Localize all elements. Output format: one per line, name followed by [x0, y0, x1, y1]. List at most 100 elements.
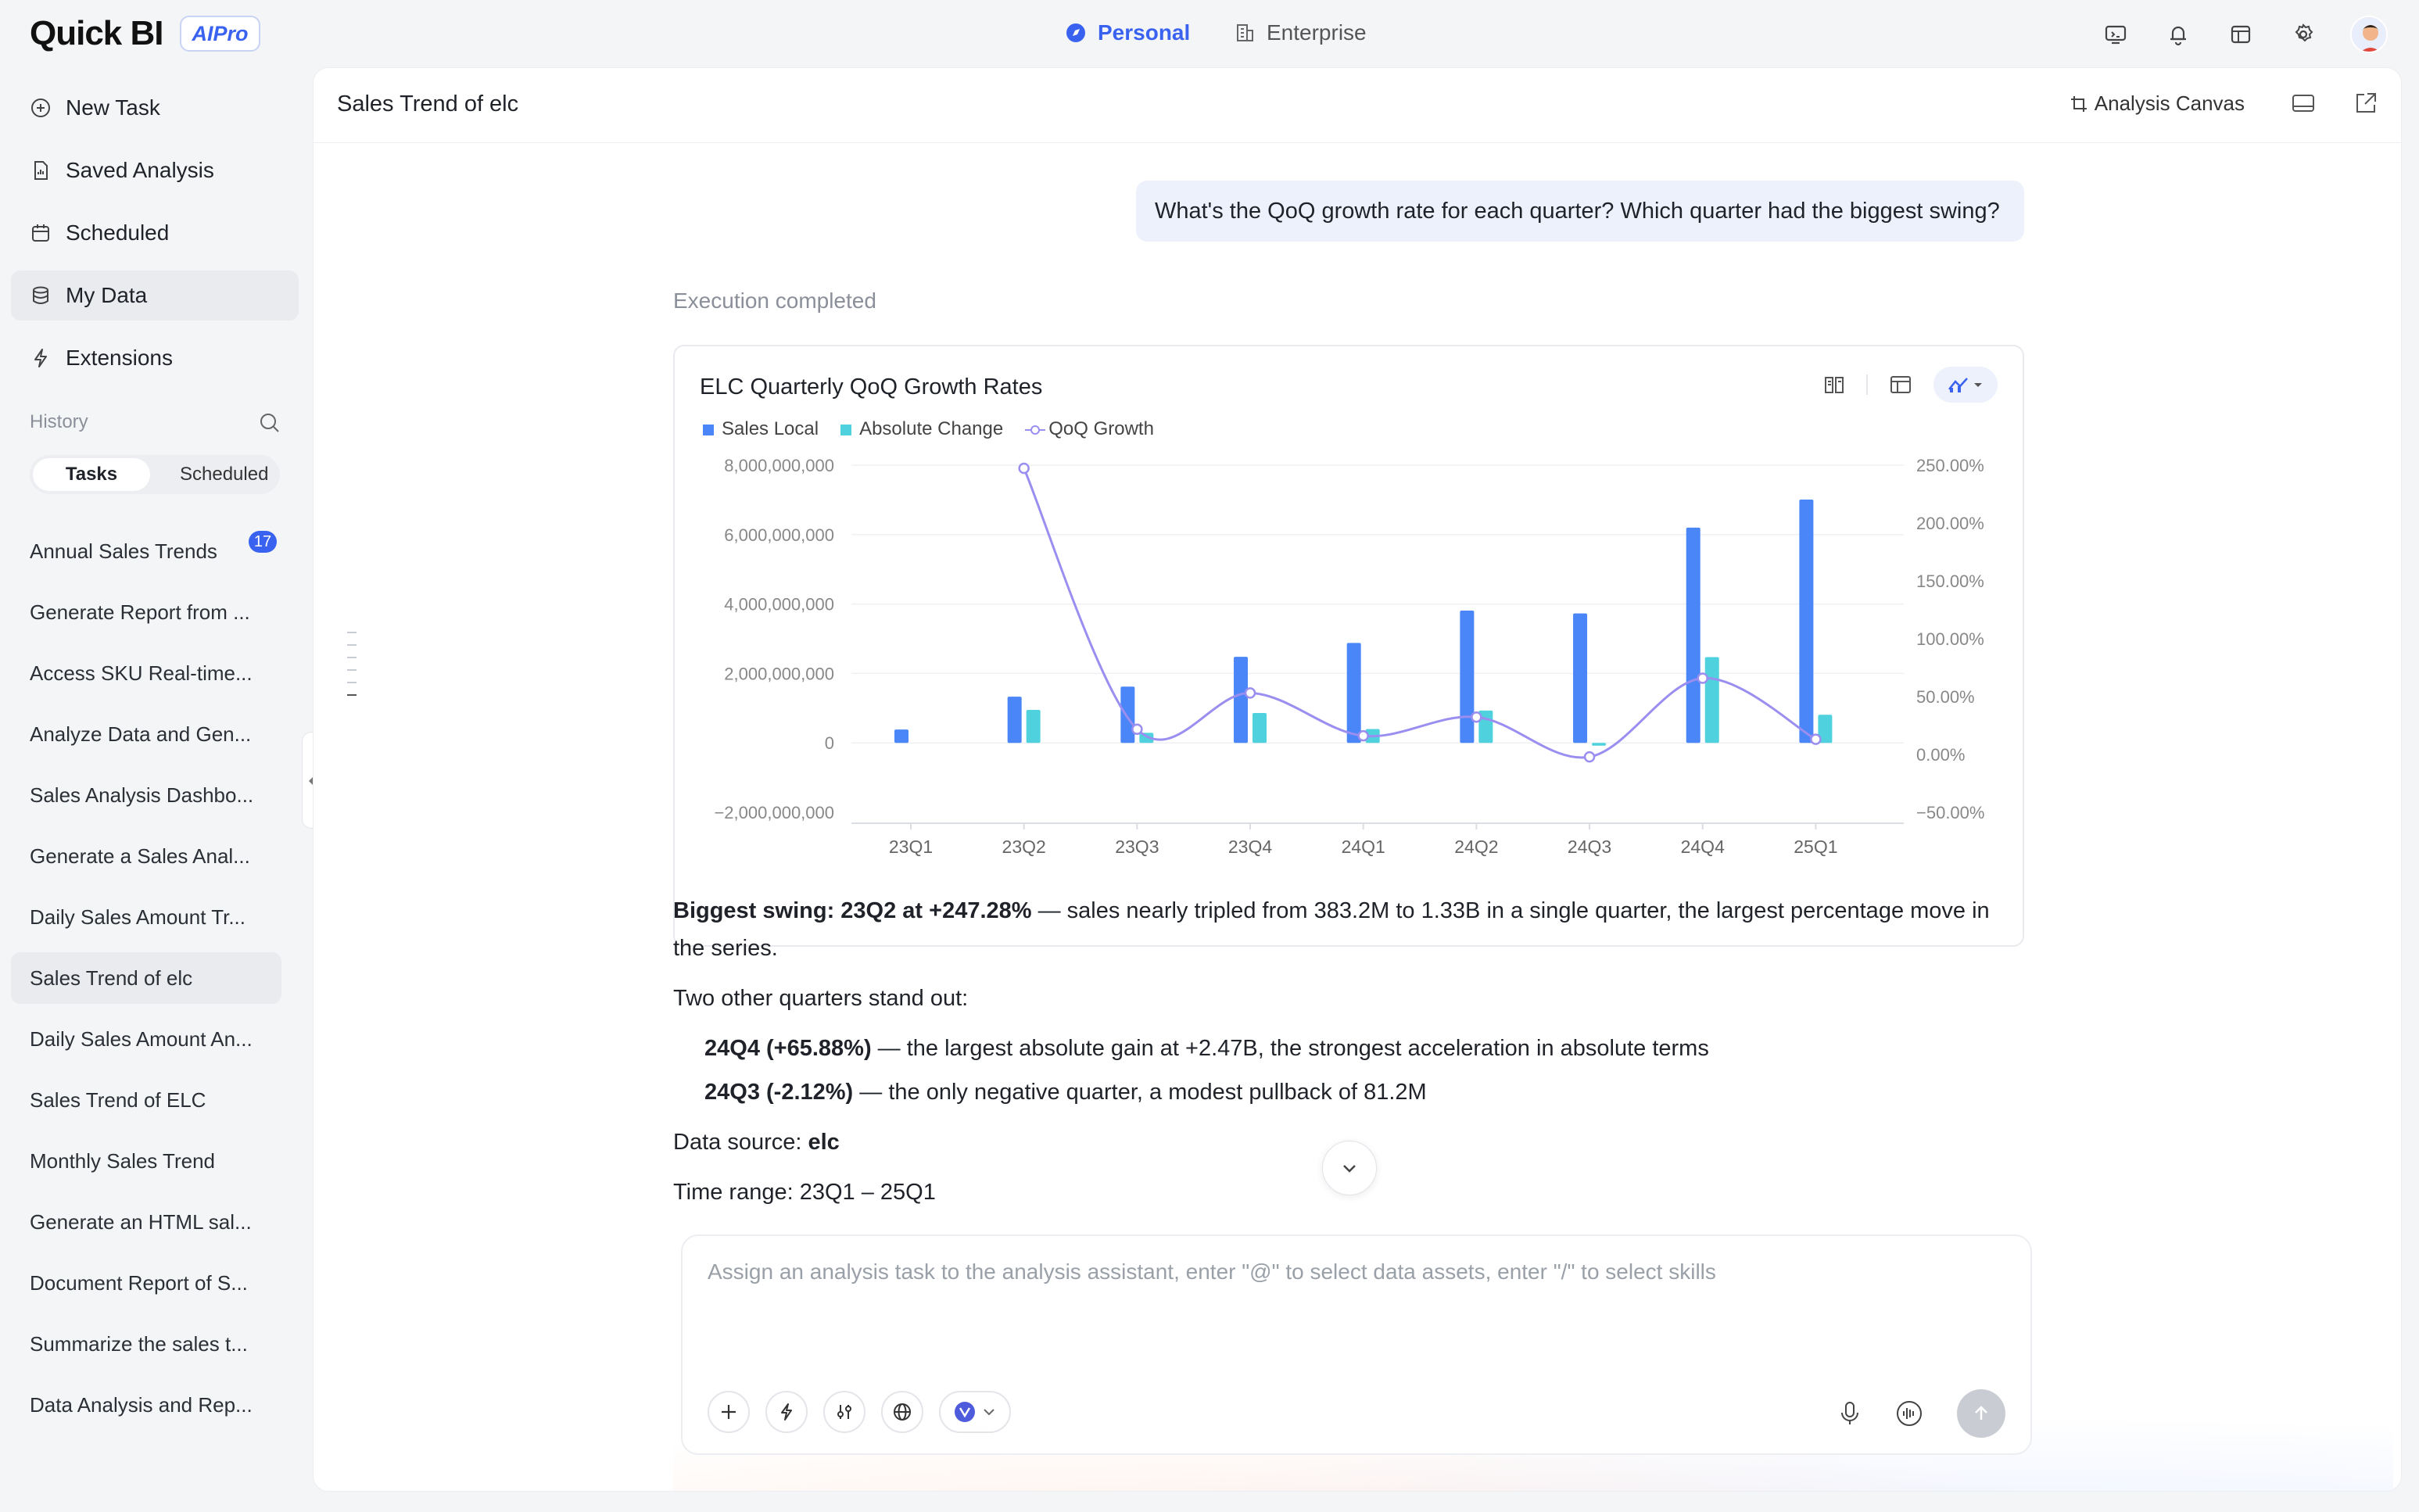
- y-left-tick-label: 8,000,000,000: [724, 456, 834, 475]
- x-tick-label: 24Q4: [1681, 837, 1725, 857]
- history-item[interactable]: Sales Analysis Dashbo...: [11, 769, 281, 821]
- voice-mode-button[interactable]: [1888, 1392, 1930, 1435]
- execution-status: Execution completed: [673, 288, 876, 313]
- web-search-button[interactable]: [881, 1391, 923, 1433]
- database-icon: [33, 286, 48, 304]
- analysis-canvas-button[interactable]: Analysis Canvas: [2070, 91, 2245, 116]
- bar-absolute-change: [1026, 710, 1041, 743]
- bar-sales-local: [894, 729, 908, 743]
- history-segment-control: Tasks Scheduled: [30, 455, 280, 494]
- answer-highlight: Biggest swing: 23Q2 at +247.28%: [673, 898, 1032, 923]
- bar-sales-local: [1346, 643, 1361, 743]
- tab-personal[interactable]: Personal: [1065, 17, 1190, 48]
- sidebar-item-scheduled[interactable]: Scheduled: [11, 208, 299, 258]
- document-icon: [34, 161, 48, 180]
- sidebar-item-label: Extensions: [66, 346, 173, 370]
- lightning-icon: [34, 349, 47, 367]
- answer-paragraph-1-cont: the series.: [673, 936, 778, 961]
- history-item[interactable]: Data Analysis and Rep...: [11, 1379, 281, 1431]
- tab-enterprise[interactable]: Enterprise: [1234, 17, 1367, 48]
- data-source-value: elc: [808, 1130, 840, 1155]
- x-tick-label: 24Q2: [1454, 837, 1498, 857]
- add-button[interactable]: [708, 1391, 750, 1433]
- crop-icon: [2070, 95, 2087, 112]
- skills-button[interactable]: [765, 1391, 808, 1433]
- answer-paragraph-1: Biggest swing: 23Q2 at +247.28% — sales …: [673, 892, 1990, 930]
- y-right-tick-label: 150.00%: [1916, 571, 1984, 591]
- monitor-icon[interactable]: [2100, 19, 2131, 50]
- history-item[interactable]: Analyze Data and Gen...: [11, 708, 281, 760]
- microphone-icon[interactable]: [1838, 1400, 1862, 1427]
- data-source-label: Data source:: [673, 1130, 808, 1155]
- x-tick-label: 23Q2: [1002, 837, 1046, 857]
- answer-text: — the only negative quarter, a modest pu…: [853, 1080, 1427, 1105]
- history-item[interactable]: Access SKU Real-time...: [11, 647, 281, 699]
- input-toolbar: [708, 1391, 1011, 1433]
- y-right-tick-label: 200.00%: [1916, 514, 1984, 533]
- tab-enterprise-label: Enterprise: [1267, 20, 1367, 45]
- y-right-tick-label: 50.00%: [1916, 687, 1975, 707]
- task-input[interactable]: Assign an analysis task to the analysis …: [681, 1234, 2032, 1455]
- panel-icon[interactable]: [2290, 90, 2317, 116]
- history-item[interactable]: Summarize the sales t...: [11, 1318, 281, 1370]
- history-item[interactable]: Daily Sales Amount An...: [11, 1013, 281, 1065]
- sidebar-item-extensions[interactable]: Extensions: [11, 333, 299, 383]
- bar-sales-local: [1573, 613, 1588, 743]
- segment-tasks[interactable]: Tasks: [33, 458, 150, 491]
- history-item[interactable]: Generate Report from ...: [11, 586, 281, 638]
- point-qoq-growth: [1131, 723, 1143, 735]
- history-item[interactable]: Generate an HTML sal...: [11, 1196, 281, 1248]
- point-qoq-growth: [1357, 729, 1369, 742]
- search-icon[interactable]: [258, 411, 281, 435]
- task-input-placeholder: Assign an analysis task to the analysis …: [708, 1259, 1716, 1284]
- bell-icon[interactable]: [2163, 19, 2194, 50]
- dashboard-icon[interactable]: [2225, 19, 2256, 50]
- history-item[interactable]: Document Report of S...: [11, 1257, 281, 1309]
- page-title: Sales Trend of elc: [337, 91, 519, 116]
- app-logo[interactable]: Quick BI: [30, 14, 163, 53]
- answer-bullet-2: 24Q3 (-2.12%) — the only negative quarte…: [704, 1073, 1427, 1111]
- y-left-tick-label: 6,000,000,000: [724, 525, 834, 545]
- lightning-icon: [781, 1403, 792, 1421]
- bar-sales-local: [1686, 527, 1700, 743]
- answer-text: — the largest absolute gain at +2.47B, t…: [871, 1036, 1709, 1061]
- main-panel: Sales Trend of elc Analysis Canvas What'…: [313, 67, 2402, 1492]
- history-item[interactable]: Annual Sales Trends: [11, 525, 281, 577]
- history-item[interactable]: Daily Sales Amount Tr...: [11, 891, 281, 943]
- model-selector[interactable]: [939, 1391, 1011, 1433]
- bar-sales-local: [1234, 657, 1249, 743]
- user-message: What's the QoQ growth rate for each quar…: [1136, 181, 2024, 242]
- point-qoq-growth: [1810, 733, 1822, 745]
- point-qoq-growth: [1697, 672, 1708, 684]
- top-toolbar: [2100, 16, 2388, 53]
- conversation-scroll-indicator[interactable]: [347, 632, 357, 707]
- plus-icon: [722, 1405, 736, 1419]
- bar-absolute-change: [1592, 743, 1607, 746]
- segment-scheduled[interactable]: Scheduled: [150, 458, 268, 491]
- sidebar-item-new-task[interactable]: New Task: [11, 83, 299, 133]
- history-item[interactable]: Generate a Sales Anal...: [11, 830, 281, 882]
- user-avatar[interactable]: [2350, 16, 2388, 53]
- chevron-down-icon: [1343, 1165, 1356, 1173]
- send-button[interactable]: [1957, 1389, 2005, 1438]
- gear-icon[interactable]: [2288, 19, 2319, 50]
- chart-card: ELC Quarterly QoQ Growth Rates Sales Loc…: [673, 345, 2024, 947]
- external-link-icon[interactable]: [2353, 90, 2379, 116]
- history-item[interactable]: Monthly Sales Trend: [11, 1135, 281, 1187]
- waveform-icon: [1897, 1401, 1922, 1426]
- chart-plot: 8,000,000,000 6,000,000,000 4,000,000,000 2…: [714, 456, 1984, 857]
- sidebar-item-saved-analysis[interactable]: Saved Analysis: [11, 145, 299, 195]
- sidebar-item-my-data[interactable]: My Data: [11, 271, 299, 321]
- sidebar-item-label: Scheduled: [66, 220, 170, 245]
- x-tick-label: 23Q1: [889, 837, 933, 857]
- calendar-icon: [32, 224, 49, 242]
- history-item[interactable]: Sales Trend of ELC: [11, 1074, 281, 1126]
- history-item[interactable]: Sales Trend of elc: [11, 952, 281, 1004]
- arrow-up-icon: [1975, 1406, 1987, 1420]
- y-right-tick-label: −50.00%: [1916, 803, 1984, 822]
- data-source-line: Data source: elc: [673, 1123, 840, 1161]
- tools-button[interactable]: [823, 1391, 865, 1433]
- y-left-tick-label: 2,000,000,000: [724, 664, 834, 683]
- x-tick-label: 24Q1: [1342, 837, 1385, 857]
- scroll-to-bottom-button[interactable]: [1322, 1141, 1377, 1195]
